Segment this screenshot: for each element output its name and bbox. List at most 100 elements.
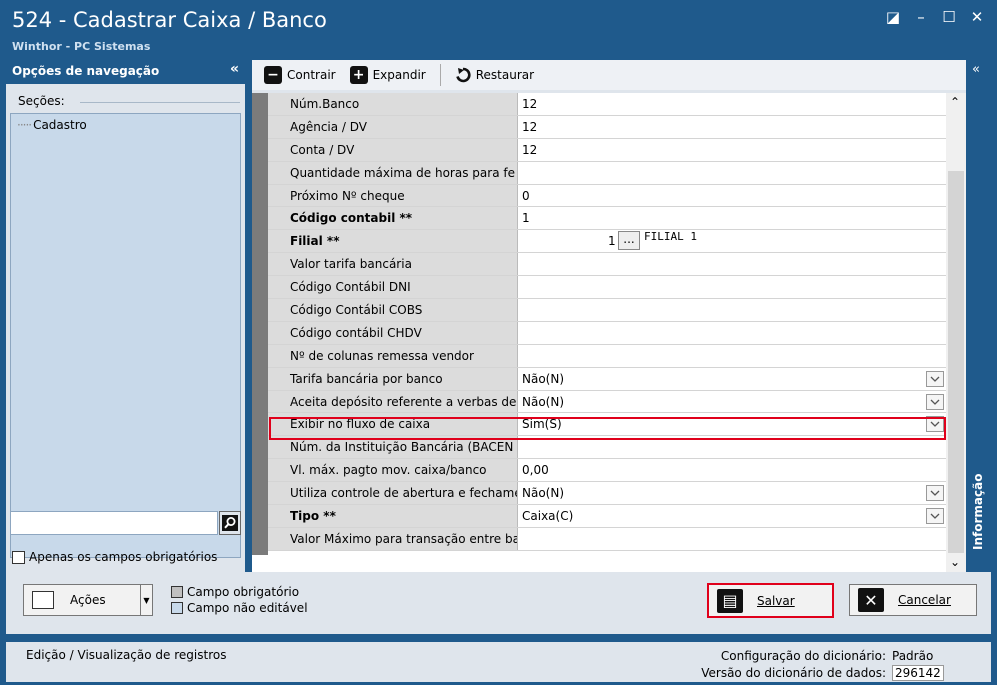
filial-lookup-button[interactable]: ...	[618, 231, 640, 251]
grid-row[interactable]: Tipo ** Caixa(C)	[268, 505, 946, 528]
legend-required: Campo obrigatório	[171, 584, 308, 600]
grid-row[interactable]: Núm. da Instituição Bancária (BACEN	[268, 436, 946, 460]
field-value[interactable]	[518, 436, 946, 458]
scroll-down-icon[interactable]: ⌄	[950, 555, 960, 569]
grid-row[interactable]: Código Contábil COBS	[268, 299, 946, 322]
only-required-option[interactable]: Apenas os campos obrigatórios	[12, 550, 217, 564]
grid-row[interactable]: Tarifa bancária por banco Não(N)	[268, 367, 946, 391]
close-icon[interactable]: ✕	[969, 8, 985, 26]
field-value[interactable]: Caixa(C)	[518, 505, 946, 527]
required-swatch	[171, 586, 183, 598]
minimize-icon[interactable]: –	[913, 8, 929, 26]
window-controls: ◪ – ☐ ✕	[885, 8, 985, 26]
grid-toolbar: − Contrair + Expandir Restaurar	[252, 60, 966, 90]
grid-row[interactable]: Utiliza controle de abertura e fechame Nã…	[268, 482, 946, 506]
field-value-text: Caixa(C)	[522, 509, 574, 524]
grid-row[interactable]: Valor tarifa bancária	[268, 253, 946, 277]
field-value[interactable]: Sim(S)	[518, 413, 946, 435]
collapse-nav-icon[interactable]: «	[230, 61, 239, 77]
chevron-down-icon[interactable]	[926, 393, 944, 410]
grid-row[interactable]: Agência / DV 12	[268, 115, 946, 139]
sections-tree: ····· Cadastro	[10, 113, 241, 558]
chevron-down-icon[interactable]	[926, 370, 944, 387]
restore-layout-icon[interactable]: ◪	[885, 8, 901, 26]
salvar-button[interactable]: ▤ Salvar	[707, 583, 834, 618]
field-value[interactable]: Não(N)	[518, 482, 946, 504]
grid-row[interactable]: Conta / DV 12	[268, 138, 946, 162]
field-value[interactable]	[518, 253, 946, 275]
minus-icon: −	[264, 66, 282, 84]
grid-row[interactable]: Código contábil CHDV	[268, 321, 946, 345]
field-value[interactable]: 12	[518, 139, 946, 161]
grid-row[interactable]: Nº de colunas remessa vendor	[268, 344, 946, 368]
grid-row[interactable]: Filial ** 1... FILIAL 1	[268, 230, 946, 254]
field-value[interactable]: 12	[518, 93, 946, 115]
grid-scrollbar[interactable]: ⌃ ⌄	[946, 93, 966, 572]
grid-row[interactable]: Próximo Nº cheque 0	[268, 184, 946, 208]
field-value[interactable]	[518, 162, 946, 184]
save-icon: ▤	[717, 588, 743, 613]
field-value[interactable]: 1	[518, 207, 946, 229]
grid-row[interactable]: Exibir no fluxo de caixa Sim(S)	[268, 413, 946, 437]
grid-row[interactable]: Código Contábil DNI	[268, 276, 946, 300]
field-label: Conta / DV	[268, 138, 518, 161]
dropdown-arrow-icon[interactable]: ▼	[140, 585, 152, 615]
field-value[interactable]: 0	[518, 185, 946, 207]
maximize-icon[interactable]: ☐	[941, 8, 957, 26]
field-label: Filial **	[268, 230, 518, 253]
info-side-panel[interactable]: « Informação	[968, 60, 991, 572]
cancelar-button[interactable]: ✕ Cancelar	[849, 584, 977, 616]
chevron-down-icon[interactable]	[926, 508, 944, 525]
field-value-text: 0,00	[522, 463, 549, 478]
field-value[interactable]: 0,00	[518, 459, 946, 481]
application-window: 524 - Cadastrar Caixa / Banco Winthor - …	[0, 0, 997, 685]
field-value-text: 12	[522, 142, 538, 157]
field-value[interactable]: 1... FILIAL 1	[518, 230, 946, 252]
expandir-label: Expandir	[372, 68, 426, 82]
grid-row[interactable]: Núm.Banco 12	[268, 93, 946, 116]
acoes-label: Ações	[70, 593, 106, 607]
nav-search-input[interactable]	[10, 511, 218, 535]
cancel-x-icon: ✕	[858, 588, 884, 612]
field-value-text: 12	[522, 119, 538, 134]
expandir-button[interactable]: + Expandir	[346, 66, 430, 84]
info-tab-label: Informação	[971, 473, 985, 550]
grid-row[interactable]: Código contabil ** 1	[268, 207, 946, 231]
grid-row[interactable]: Vl. máx. pagto mov. caixa/banco 0,00	[268, 459, 946, 483]
restaurar-label: Restaurar	[475, 68, 535, 82]
field-label: Código contábil CHDV	[268, 321, 518, 344]
grid-rows: Núm.Banco 12 Agência / DV 12 Conta / DV 12 Qua…	[268, 93, 946, 551]
field-value[interactable]: 12	[518, 116, 946, 138]
field-value[interactable]	[518, 299, 946, 321]
field-label: Valor Máximo para transação entre ba	[268, 527, 518, 550]
version-label: Versão do dicionário de dados:	[701, 666, 886, 680]
collapse-info-icon[interactable]: «	[972, 62, 980, 77]
contrair-button[interactable]: − Contrair	[260, 66, 340, 84]
chevron-down-icon[interactable]	[926, 416, 944, 433]
grid-row[interactable]: Aceita depósito referente a verbas de Não…	[268, 390, 946, 414]
only-required-checkbox[interactable]	[12, 550, 25, 564]
grid-row[interactable]: Valor Máximo para transação entre ba	[268, 527, 946, 551]
scroll-thumb[interactable]	[948, 171, 964, 553]
field-value[interactable]	[518, 322, 946, 344]
field-value[interactable]	[518, 345, 946, 367]
field-label: Código Contábil COBS	[268, 299, 518, 321]
scroll-up-icon[interactable]: ⌃	[950, 95, 960, 109]
field-value-text: Não(N)	[522, 371, 565, 386]
legend-required-label: Campo obrigatório	[187, 585, 300, 599]
acoes-button[interactable]: Ações ▼	[23, 584, 153, 616]
field-value[interactable]: Não(N)	[518, 368, 946, 390]
version-value: 296142	[892, 665, 944, 681]
tree-item-cadastro[interactable]: ····· Cadastro	[17, 118, 87, 132]
field-legend: Campo obrigatório Campo não editável	[171, 584, 308, 616]
tree-connector-icon: ·····	[17, 118, 32, 132]
field-value[interactable]	[518, 528, 946, 550]
grid-row[interactable]: Quantidade máxima de horas para fe	[268, 161, 946, 185]
restaurar-button[interactable]: Restaurar	[451, 67, 538, 83]
chevron-down-icon[interactable]	[926, 485, 944, 502]
field-value[interactable]	[518, 276, 946, 298]
field-value[interactable]: Não(N)	[518, 391, 946, 413]
field-label: Próximo Nº cheque	[268, 184, 518, 207]
nav-search-button[interactable]	[219, 511, 241, 535]
plus-icon: +	[349, 66, 368, 84]
